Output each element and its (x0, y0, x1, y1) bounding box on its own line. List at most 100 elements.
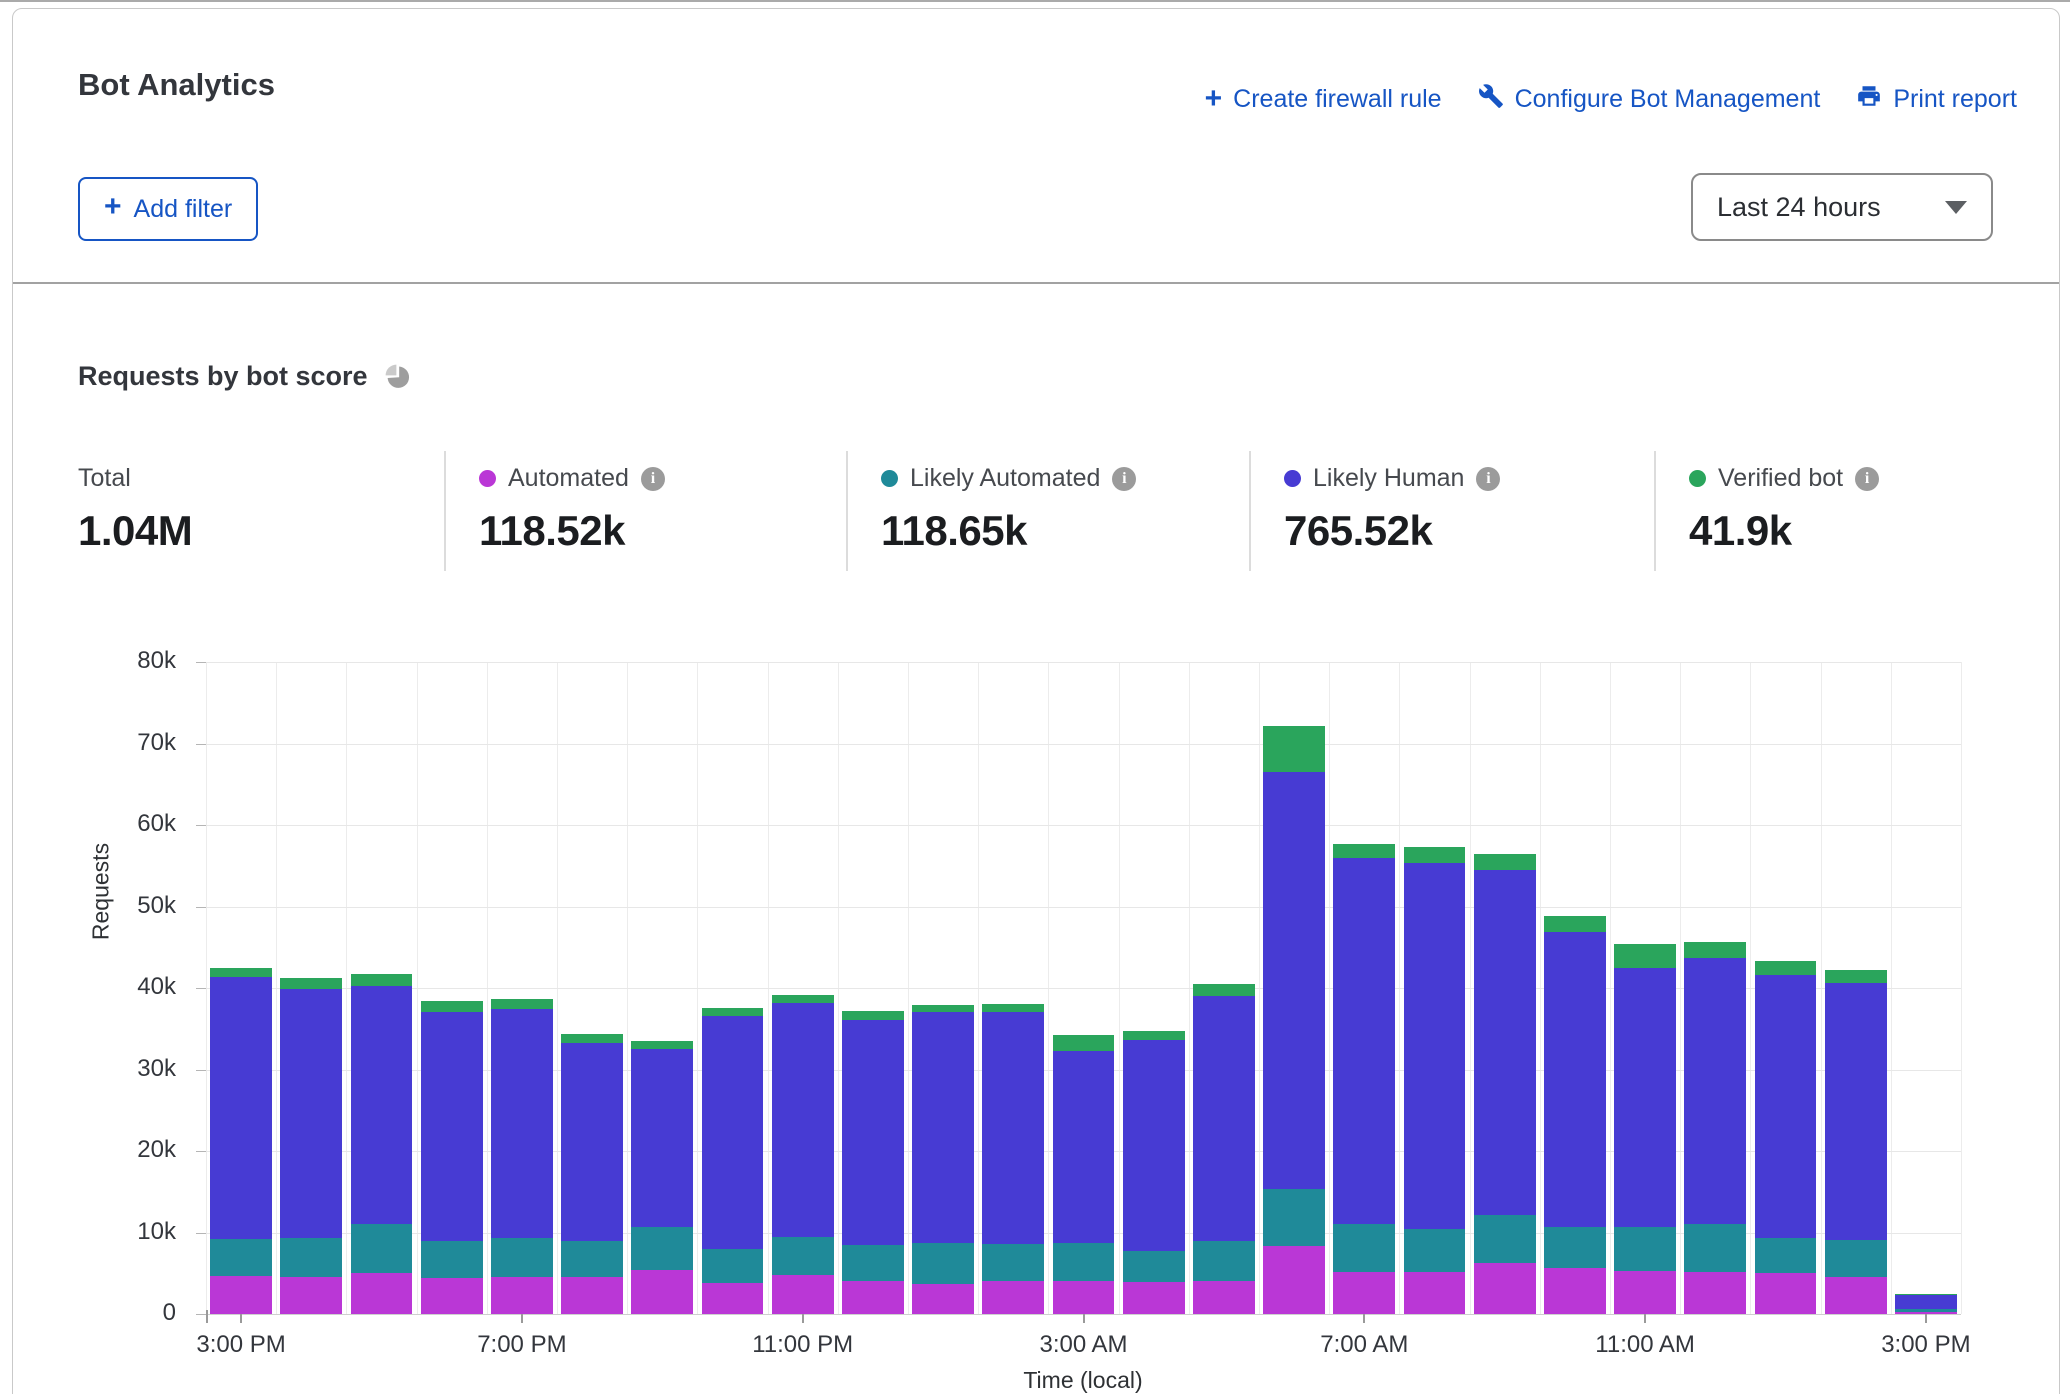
print-report-link[interactable]: Print report (1856, 83, 2017, 116)
chart-bar[interactable] (1123, 1031, 1185, 1314)
automated-legend-dot (479, 470, 496, 487)
stat-total-label: Total (78, 464, 131, 493)
info-icon[interactable]: i (1855, 467, 1879, 491)
chart-bar[interactable] (561, 1034, 623, 1314)
chart-bar[interactable] (1614, 944, 1676, 1314)
stat-likely-automated: Likely Automated i 118.65k (881, 464, 1136, 555)
gridline-horizontal (206, 907, 1961, 908)
plus-icon: + (1205, 84, 1223, 114)
x-axis-tick-label: 3:00 AM (1014, 1331, 1154, 1359)
segment-automated (1263, 1246, 1325, 1314)
segment-automated (1825, 1277, 1887, 1314)
chart-bar[interactable] (1755, 961, 1817, 1314)
segment-automated (772, 1275, 834, 1314)
add-filter-button[interactable]: + Add filter (78, 177, 258, 241)
segment-likely-automated (1193, 1241, 1255, 1281)
segment-verified-bot (1544, 916, 1606, 931)
chevron-down-icon (1945, 201, 1967, 214)
y-axis-title: Requests (88, 792, 115, 992)
plus-icon: + (104, 192, 122, 222)
y-axis-tick-label: 10k (96, 1218, 176, 1246)
chart-bar[interactable] (982, 1004, 1044, 1314)
segment-likely-automated (772, 1237, 834, 1274)
segment-verified-bot (1193, 984, 1255, 996)
segment-automated (210, 1276, 272, 1314)
y-axis-tick-label: 0 (96, 1299, 176, 1327)
chart-bar[interactable] (1404, 847, 1466, 1314)
segment-verified-bot (1755, 961, 1817, 975)
gridline-horizontal (206, 825, 1961, 826)
segment-likely-automated (912, 1243, 974, 1284)
segment-likely-automated (702, 1249, 764, 1283)
segment-likely-human (1544, 932, 1606, 1227)
stat-verified-bot-label: Verified bot (1718, 464, 1843, 493)
chart-bar[interactable] (1263, 726, 1325, 1314)
chart-bar[interactable] (280, 978, 342, 1314)
y-axis-tick (196, 907, 206, 908)
segment-automated (1123, 1282, 1185, 1314)
time-range-value: Last 24 hours (1717, 192, 1881, 223)
configure-bot-management-label: Configure Bot Management (1515, 85, 1821, 114)
chart-bar[interactable] (421, 1001, 483, 1314)
segment-automated (1053, 1281, 1115, 1314)
chart-bar[interactable] (1684, 942, 1746, 1314)
chart-bar[interactable] (1544, 916, 1606, 1314)
segment-likely-automated (982, 1244, 1044, 1281)
chart-bar[interactable] (912, 1005, 974, 1314)
segment-verified-bot (1895, 1294, 1957, 1295)
segment-likely-automated (1053, 1243, 1115, 1281)
page-title: Bot Analytics (78, 67, 275, 103)
chart-bar[interactable] (1895, 1294, 1957, 1314)
segment-likely-human (842, 1020, 904, 1245)
chart-bar[interactable] (351, 974, 413, 1314)
stat-likely-automated-label: Likely Automated (910, 464, 1100, 493)
segment-likely-human (1895, 1294, 1957, 1309)
chart-bar[interactable] (842, 1011, 904, 1314)
x-axis-tick (802, 1314, 804, 1323)
segment-likely-human (1614, 968, 1676, 1227)
wrench-icon (1478, 83, 1504, 116)
info-icon[interactable]: i (641, 467, 665, 491)
gridline-horizontal (206, 662, 1961, 663)
segment-likely-human (982, 1012, 1044, 1243)
printer-icon (1856, 83, 1882, 116)
stat-automated-value: 118.52k (479, 507, 665, 555)
chart-bar[interactable] (1193, 984, 1255, 1314)
chart-bar[interactable] (702, 1008, 764, 1314)
segment-verified-bot (280, 978, 342, 989)
y-axis-tick (196, 825, 206, 826)
chart-bar[interactable] (491, 999, 553, 1314)
add-filter-label: Add filter (134, 195, 233, 224)
chart-bar[interactable] (772, 995, 834, 1314)
chart-bar[interactable] (210, 968, 272, 1314)
y-axis-tick (196, 744, 206, 745)
likely-automated-legend-dot (881, 470, 898, 487)
chart-bar[interactable] (1474, 854, 1536, 1314)
segment-verified-bot (702, 1008, 764, 1016)
info-icon[interactable]: i (1112, 467, 1136, 491)
segment-verified-bot (1474, 854, 1536, 869)
chart-bar[interactable] (1053, 1035, 1115, 1314)
create-firewall-rule-link[interactable]: + Create firewall rule (1205, 85, 1442, 115)
bot-analytics-card: Bot Analytics + Create firewall rule Con… (12, 8, 2060, 1394)
segment-verified-bot (1684, 942, 1746, 957)
configure-bot-management-link[interactable]: Configure Bot Management (1478, 83, 1821, 116)
info-icon[interactable]: i (1476, 467, 1500, 491)
time-range-select[interactable]: Last 24 hours (1691, 173, 1993, 241)
chart-bar[interactable] (631, 1041, 693, 1314)
segment-likely-human (772, 1003, 834, 1238)
x-axis-tick (240, 1314, 242, 1323)
segment-likely-automated (351, 1224, 413, 1273)
y-axis-tick (196, 1151, 206, 1152)
segment-likely-automated (1263, 1189, 1325, 1246)
segment-likely-human (912, 1012, 974, 1243)
x-axis-tick-label: 11:00 PM (733, 1331, 873, 1359)
chart-bar[interactable] (1333, 844, 1395, 1314)
chart-bar[interactable] (1825, 970, 1887, 1314)
segment-verified-bot (1404, 847, 1466, 863)
gridline-horizontal (206, 744, 1961, 745)
create-firewall-rule-label: Create firewall rule (1233, 85, 1441, 114)
y-axis-tick-label: 70k (96, 729, 176, 757)
x-axis-title: Time (local) (933, 1367, 1233, 1394)
segment-automated (491, 1277, 553, 1314)
